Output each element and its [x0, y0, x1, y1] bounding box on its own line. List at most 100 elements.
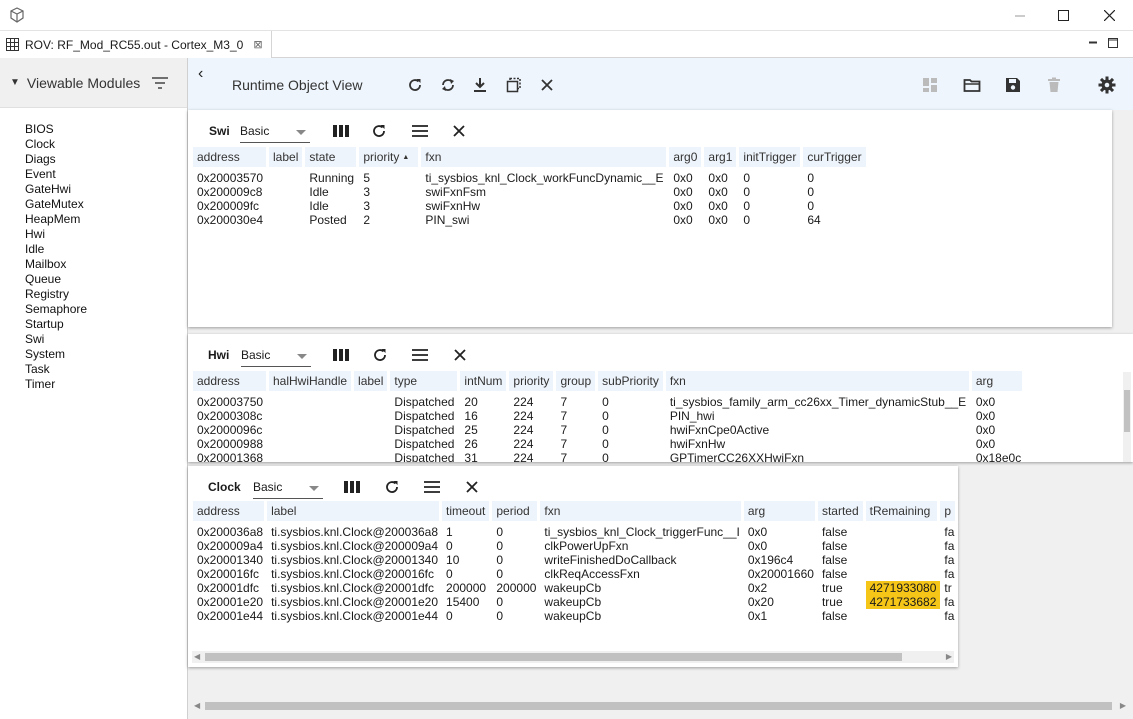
main-horizontal-scrollbar[interactable]: ◀ ▶	[192, 700, 1128, 712]
view-minimize-icon[interactable]	[1086, 36, 1100, 50]
column-header[interactable]: priority	[509, 371, 557, 391]
clock-horizontal-scrollbar[interactable]: ◀ ▶	[192, 651, 954, 663]
module-item[interactable]: System	[25, 347, 187, 362]
column-header[interactable]: fxn	[665, 371, 972, 391]
module-item[interactable]: Hwi	[25, 227, 187, 242]
table-row[interactable]: 0x2000096c Dispatched 25 224 7 0 hwiFxnCpe0Act…	[193, 423, 1025, 437]
settings-gear-icon[interactable]	[1098, 76, 1116, 94]
column-header-sorted[interactable]: priority ▲	[359, 147, 422, 167]
close-all-icon[interactable]	[538, 76, 556, 94]
scroll-left-arrow-icon[interactable]: ◀	[194, 652, 200, 661]
module-item[interactable]: Diags	[25, 152, 187, 167]
module-item[interactable]: Timer	[25, 377, 187, 392]
table-row[interactable]: 0x200036a8 ti.sysbios.knl.Clock@200036a8 1…	[193, 521, 958, 539]
column-header[interactable]: period	[492, 501, 541, 521]
maximize-icon[interactable]	[1040, 0, 1086, 31]
scroll-right-arrow-icon[interactable]: ▶	[946, 652, 952, 661]
column-header[interactable]: curTrigger	[803, 147, 869, 167]
column-header[interactable]: arg1	[704, 147, 740, 167]
table-row[interactable]: 0x20003570 Running 5 ti_sysbios_knl_Clock_w…	[193, 167, 869, 185]
close-panel-icon[interactable]	[464, 479, 480, 495]
tab-close-icon[interactable]: ⊠	[253, 38, 262, 51]
module-item[interactable]: Task	[25, 362, 187, 377]
column-header[interactable]: state	[305, 147, 360, 167]
scroll-right-arrow-icon[interactable]: ▶	[1120, 701, 1126, 710]
columns-icon[interactable]	[333, 347, 349, 363]
swi-view-select[interactable]: Basic	[240, 121, 310, 143]
column-header[interactable]: started	[817, 501, 866, 521]
module-item[interactable]: Clock	[25, 137, 187, 152]
table-row[interactable]: 0x20001e20 ti.sysbios.knl.Clock@20001e20 1…	[193, 595, 958, 609]
columns-icon[interactable]	[344, 479, 360, 495]
column-header[interactable]: fxn	[540, 501, 744, 521]
module-item[interactable]: Startup	[25, 317, 187, 332]
column-header[interactable]: arg0	[669, 147, 705, 167]
scrollbar-thumb[interactable]	[205, 702, 1112, 710]
column-header[interactable]: label	[267, 501, 443, 521]
module-item[interactable]: Idle	[25, 242, 187, 257]
column-header[interactable]: label	[354, 371, 391, 391]
table-row[interactable]: 0x20001e44 ti.sysbios.knl.Clock@20001e44 0…	[193, 609, 958, 623]
refresh-icon[interactable]	[371, 123, 387, 139]
module-item[interactable]: Swi	[25, 332, 187, 347]
table-row[interactable]: 0x20001340 ti.sysbios.knl.Clock@20001340 1…	[193, 553, 958, 567]
refresh-icon[interactable]	[372, 347, 388, 363]
close-icon[interactable]	[1086, 0, 1132, 31]
module-item[interactable]: GateMutex	[25, 197, 187, 212]
columns-icon[interactable]	[333, 123, 349, 139]
module-item[interactable]: Mailbox	[25, 257, 187, 272]
hwi-vertical-scrollbar[interactable]	[1123, 372, 1131, 462]
column-header[interactable]: arg	[743, 501, 818, 521]
column-header[interactable]: initTrigger	[739, 147, 804, 167]
scroll-left-arrow-icon[interactable]: ◀	[194, 701, 200, 710]
scrollbar-thumb[interactable]	[205, 653, 902, 661]
menu-icon[interactable]	[412, 123, 428, 139]
column-header[interactable]: fxn	[421, 147, 670, 167]
minimize-icon[interactable]	[997, 0, 1043, 31]
column-header[interactable]: tRemaining	[865, 501, 941, 521]
table-row[interactable]: 0x200030e4 Posted 2 PIN_swi 0x0 0x0 0 64	[193, 213, 869, 227]
table-row[interactable]: 0x200009c8 Idle 3 swiFxnFsm 0x0 0x0 0 0	[193, 185, 869, 199]
table-row[interactable]: 0x20001368 Dispatched 31 224 7 0 GPTimerCC26XX…	[193, 451, 1025, 462]
close-panel-icon[interactable]	[451, 123, 467, 139]
column-header[interactable]: timeout	[442, 501, 493, 521]
hwi-view-select[interactable]: Basic	[241, 345, 311, 367]
table-row[interactable]: 0x20003750 Dispatched 20 224 7 0 ti_sysbios_fa…	[193, 391, 1025, 409]
table-row[interactable]: 0x2000308c Dispatched 16 224 7 0 PIN_hwi 0x0	[193, 409, 1025, 423]
refresh-icon[interactable]	[406, 76, 424, 94]
back-chevron-icon[interactable]: ‹	[198, 65, 203, 83]
table-row[interactable]: 0x200009fc Idle 3 swiFxnHw 0x0 0x0 0 0	[193, 199, 869, 213]
table-row[interactable]: 0x20000988 Dispatched 26 224 7 0 hwiFxnHw 0x0	[193, 437, 1025, 451]
module-item[interactable]: Queue	[25, 272, 187, 287]
save-icon[interactable]	[1004, 76, 1022, 94]
table-row[interactable]: 0x200009a4 ti.sysbios.knl.Clock@200009a4 0…	[193, 539, 958, 553]
collapse-caret-icon[interactable]: ▼	[10, 77, 20, 88]
view-maximize-icon[interactable]	[1106, 36, 1120, 50]
column-header[interactable]: arg	[971, 371, 1026, 391]
tab-rov[interactable]: ROV: RF_Mod_RC55.out - Cortex_M3_0 ⊠	[0, 31, 272, 58]
column-header[interactable]: address	[193, 371, 269, 391]
filter-icon[interactable]	[152, 76, 169, 89]
module-item[interactable]: Semaphore	[25, 302, 187, 317]
clone-view-icon[interactable]	[505, 76, 523, 94]
close-panel-icon[interactable]	[452, 347, 468, 363]
column-header[interactable]: address	[193, 501, 268, 521]
download-icon[interactable]	[471, 76, 489, 94]
column-header[interactable]: type	[390, 371, 461, 391]
column-header[interactable]: p	[940, 501, 958, 521]
open-folder-icon[interactable]	[963, 76, 981, 94]
clock-view-select[interactable]: Basic	[253, 477, 323, 499]
column-header[interactable]: halHwiHandle	[269, 371, 355, 391]
column-header[interactable]: address	[193, 147, 269, 167]
table-row[interactable]: 0x20001dfc ti.sysbios.knl.Clock@20001dfc 2…	[193, 581, 958, 595]
refresh-icon[interactable]	[384, 479, 400, 495]
column-header[interactable]: group	[556, 371, 599, 391]
column-header[interactable]: intNum	[460, 371, 510, 391]
menu-icon[interactable]	[424, 479, 440, 495]
column-header[interactable]: label	[269, 147, 306, 167]
module-item[interactable]: BIOS	[25, 122, 187, 137]
module-item[interactable]: Registry	[25, 287, 187, 302]
column-header[interactable]: subPriority	[598, 371, 666, 391]
module-item[interactable]: GateHwi	[25, 182, 187, 197]
table-row[interactable]: 0x200016fc ti.sysbios.knl.Clock@200016fc 0…	[193, 567, 958, 581]
